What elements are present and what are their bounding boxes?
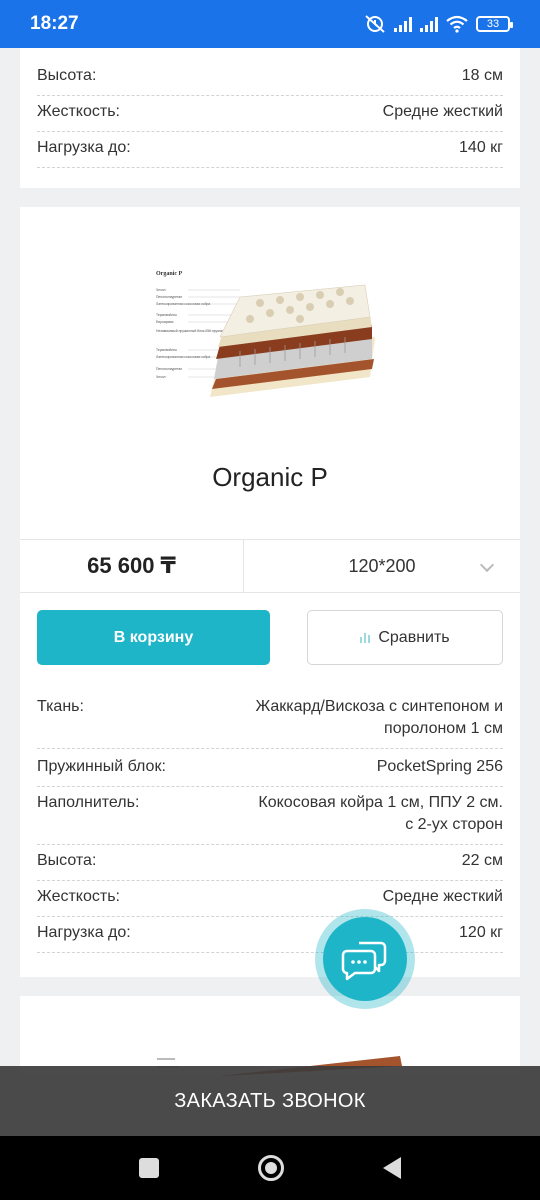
image-layer-label: Чехол (156, 375, 166, 379)
spec-row: Нагрузка до: 140 кг (37, 129, 503, 168)
image-layer-label: Евроармас (156, 320, 174, 324)
spec-row: Высота: 22 см (37, 842, 503, 881)
home-icon[interactable] (257, 1155, 284, 1181)
spec-value: Жаккард/Вискоза с синтепоном и поролоном… (255, 698, 503, 737)
spec-key: Пружинный блок: (37, 758, 166, 775)
chat-bubbles-icon (341, 941, 387, 981)
spec-key: Нагрузка до: (37, 924, 131, 941)
recents-icon[interactable] (139, 1158, 160, 1178)
spec-key: Нагрузка до: (37, 139, 131, 156)
spec-row: Жесткость: Средне жесткий (37, 93, 503, 132)
spec-row: Жесткость: Средне жесткий (37, 878, 503, 917)
spec-value: Кокосовая койра 1 см, ППУ 2 см. с 2-ух с… (258, 794, 503, 833)
bar-chart-icon (360, 632, 371, 643)
spec-value: 22 см (461, 852, 503, 869)
image-layer-label: Чехол (156, 288, 166, 292)
product-image[interactable]: Organic P Чехол Пенополиуретан Латексиро… (150, 267, 390, 417)
spec-key: Ткань: (37, 698, 84, 715)
product-card-previous: Высота: 18 см Жесткость: Средне жесткий … (20, 48, 520, 188)
spec-row: Наполнитель: Кокосовая койра 1 см, ППУ 2… (37, 784, 503, 845)
price-size-row: 65 600 ₸ 120*200 (20, 539, 520, 593)
request-callback-button[interactable]: ЗАКАЗАТЬ ЗВОНОК (0, 1066, 540, 1136)
spec-key: Высота: (37, 852, 97, 869)
spec-row: Нагрузка до: 120 кг (37, 914, 503, 953)
image-layer-label: Пенополиуретан (156, 367, 182, 371)
spec-key: Жесткость: (37, 888, 120, 905)
back-icon[interactable] (382, 1157, 401, 1179)
size-select[interactable]: 120*200 (244, 540, 520, 592)
image-label: Organic P (156, 271, 182, 277)
spec-value: 140 кг (459, 139, 503, 156)
spec-key: Высота: (37, 67, 97, 84)
chevron-down-icon (479, 557, 495, 573)
signal-icon-2 (420, 16, 438, 32)
spec-row: Пружинный блок: PocketSpring 256 (37, 748, 503, 787)
status-bar: 18:27 33 (0, 0, 540, 48)
status-icons: 33 (364, 14, 513, 34)
battery-icon: 33 (476, 16, 513, 32)
product-price: 65 600 ₸ (20, 540, 244, 592)
compare-label: Сравнить (378, 628, 450, 646)
add-to-cart-button[interactable]: В корзину (37, 610, 270, 665)
spec-value: Средне жесткий (382, 888, 503, 905)
product-card-next (20, 996, 520, 1076)
image-layer-label: Пенополиуретан (156, 295, 182, 299)
signal-icon (394, 16, 412, 32)
spec-value: PocketSpring 256 (376, 758, 503, 775)
spec-key: Жесткость: (37, 103, 120, 120)
chat-fab-inner[interactable] (323, 917, 407, 1001)
size-select-value: 120*200 (348, 555, 416, 576)
product-title[interactable]: Organic P (20, 462, 520, 493)
product-image-partial (157, 1056, 402, 1076)
muted-alarm-icon (365, 15, 385, 33)
battery-level: 33 (486, 18, 500, 30)
compare-button[interactable]: Сравнить (307, 610, 503, 665)
spec-value: 18 см (461, 67, 503, 84)
system-nav-bar (0, 1136, 540, 1200)
spec-row: Высота: 18 см (37, 57, 503, 96)
spec-key: Наполнитель: (37, 794, 140, 811)
image-layer-label: Термовойлок (156, 348, 177, 352)
status-time: 18:27 (30, 13, 79, 34)
wifi-icon (446, 15, 468, 33)
chat-fab[interactable] (315, 909, 415, 1009)
spec-value: Средне жесткий (382, 103, 503, 120)
product-card-organic-p: Organic P Чехол Пенополиуретан Латексиро… (20, 207, 520, 977)
spec-row: Ткань: Жаккард/Вискоза с синтепоном и по… (37, 688, 503, 749)
spec-value: 120 кг (459, 924, 503, 941)
image-layer-label: Термовойлок (156, 313, 177, 317)
